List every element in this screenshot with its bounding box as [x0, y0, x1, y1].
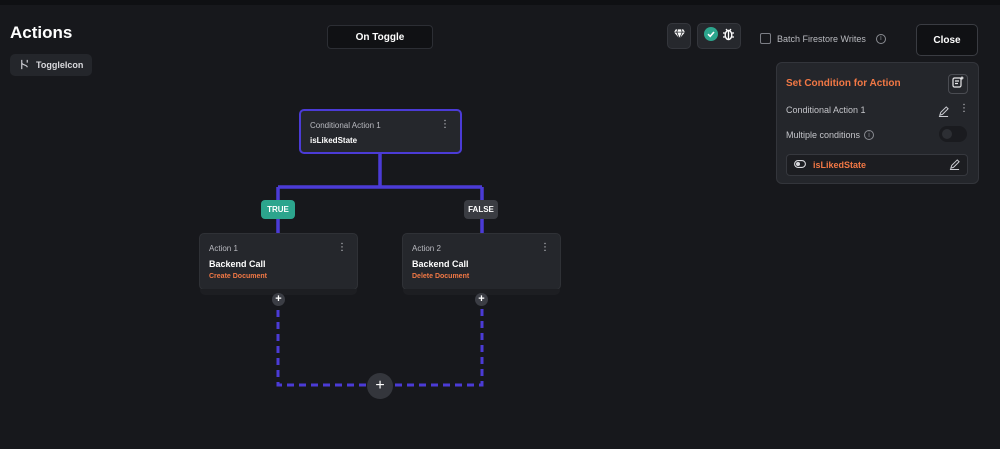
action-node-1[interactable]: Action 1 Backend Call Create Document ⋮: [199, 233, 358, 295]
action-node-name: Backend Call: [209, 259, 266, 269]
action-node-sub: Delete Document: [412, 273, 470, 280]
action-node-sub: Create Document: [209, 273, 267, 280]
action-node-label: Action 1: [209, 244, 238, 253]
true-branch-badge: TRUE: [261, 200, 295, 219]
add-action-button[interactable]: +: [272, 293, 285, 306]
more-options-icon[interactable]: ⋮: [337, 243, 347, 253]
action-node-name: Backend Call: [412, 259, 469, 269]
condition-node-label: Conditional Action 1: [310, 121, 381, 130]
condition-node-name: isLikedState: [310, 136, 358, 145]
false-branch-badge: FALSE: [464, 200, 498, 219]
action-node-2[interactable]: Action 2 Backend Call Delete Document ⋮: [402, 233, 561, 295]
flow-connectors: [276, 154, 484, 387]
add-action-button[interactable]: +: [475, 293, 488, 306]
action-node-label: Action 2: [412, 244, 441, 253]
more-options-icon[interactable]: ⋮: [440, 120, 450, 130]
add-action-after-button[interactable]: +: [367, 373, 393, 399]
condition-node[interactable]: Conditional Action 1 isLikedState ⋮: [299, 109, 462, 154]
more-options-icon[interactable]: ⋮: [540, 243, 550, 253]
